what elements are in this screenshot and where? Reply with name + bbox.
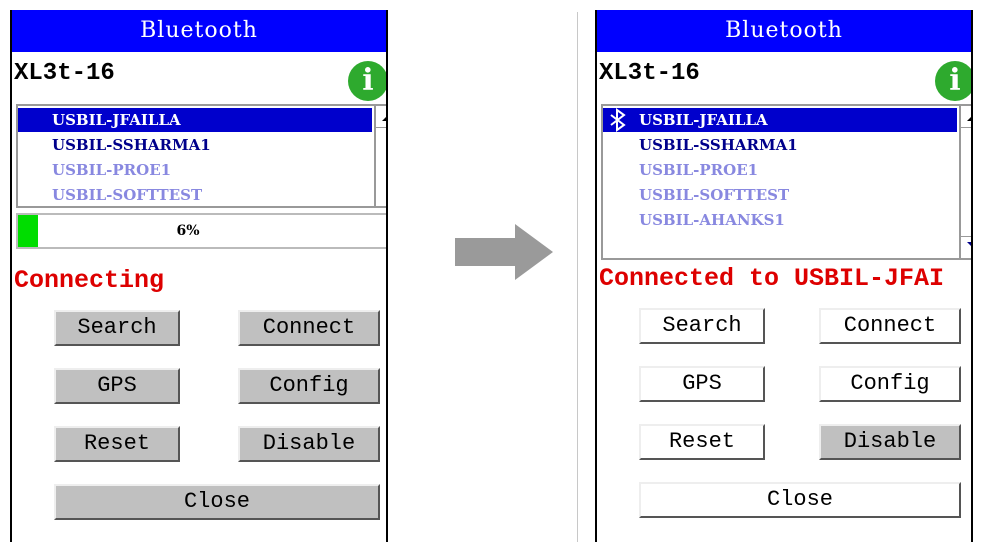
scrollbar[interactable]: [374, 106, 386, 206]
info-icon[interactable]: i: [935, 61, 971, 101]
title-bar: Bluetooth: [12, 10, 386, 52]
bluetooth-panel-connected: Bluetooth XL3t-16 i USBIL-JFAILLA USBIL-…: [595, 10, 973, 542]
search-button[interactable]: Search: [54, 310, 180, 346]
device-label: USBIL-SOFTTEST: [639, 186, 790, 204]
divider: [577, 12, 578, 542]
device-label: USBIL-AHANKS1: [639, 211, 785, 229]
device-label: USBIL-SSHARMA1: [52, 136, 211, 154]
list-item[interactable]: USBIL-SSHARMA1: [603, 133, 798, 157]
status-text: Connecting: [14, 266, 165, 295]
scroll-down-arrow-icon[interactable]: [961, 236, 971, 256]
device-label: USBIL-PROE1: [639, 161, 759, 179]
connect-button[interactable]: Connect: [238, 310, 380, 346]
list-item[interactable]: USBIL-SSHARMA1: [18, 133, 211, 157]
device-name: XL3t-16: [14, 60, 115, 87]
bluetooth-panel-connecting: Bluetooth XL3t-16 i USBIL-JFAILLA USBIL-…: [10, 10, 388, 542]
list-item[interactable]: USBIL-PROE1: [18, 158, 171, 182]
disable-button[interactable]: Disable: [819, 424, 961, 460]
device-label: USBIL-SOFTTEST: [52, 186, 203, 204]
reset-button[interactable]: Reset: [639, 424, 765, 460]
config-button[interactable]: Config: [819, 366, 961, 402]
list-item[interactable]: USBIL-JFAILLA: [18, 108, 372, 132]
config-button[interactable]: Config: [238, 368, 380, 404]
device-label: USBIL-JFAILLA: [52, 111, 181, 129]
progress-percent-label: 6%: [176, 223, 200, 239]
reset-button[interactable]: Reset: [54, 426, 180, 462]
status-text: Connected to USBIL-JFAI: [599, 264, 945, 293]
scroll-up-arrow-icon[interactable]: [961, 108, 971, 128]
device-label: USBIL-JFAILLA: [639, 111, 768, 129]
info-icon[interactable]: i: [348, 61, 386, 101]
right-arrow-icon: [455, 224, 553, 280]
list-item[interactable]: USBIL-JFAILLA: [603, 108, 957, 132]
device-name: XL3t-16: [599, 60, 700, 87]
disable-button[interactable]: Disable: [238, 426, 380, 462]
close-button[interactable]: Close: [639, 482, 961, 518]
list-item[interactable]: USBIL-SOFTTEST: [603, 183, 789, 207]
scrollbar[interactable]: [959, 106, 971, 258]
device-list[interactable]: USBIL-JFAILLA USBIL-SSHARMA1 USBIL-PROE1…: [16, 104, 386, 208]
gps-button[interactable]: GPS: [639, 366, 765, 402]
device-label: USBIL-PROE1: [52, 161, 172, 179]
close-button[interactable]: Close: [54, 484, 380, 520]
search-button[interactable]: Search: [639, 308, 765, 344]
device-label: USBIL-SSHARMA1: [639, 136, 798, 154]
list-item[interactable]: USBIL-AHANKS1: [603, 208, 785, 232]
connection-progress-bar: 6%: [16, 213, 386, 249]
title-bar: Bluetooth: [597, 10, 971, 52]
device-list[interactable]: USBIL-JFAILLA USBIL-SSHARMA1 USBIL-PROE1…: [601, 104, 971, 260]
gps-button[interactable]: GPS: [54, 368, 180, 404]
list-item[interactable]: USBIL-PROE1: [603, 158, 758, 182]
list-item[interactable]: USBIL-SOFTTEST: [18, 183, 203, 206]
scroll-up-arrow-icon[interactable]: [376, 108, 386, 128]
connect-button[interactable]: Connect: [819, 308, 961, 344]
